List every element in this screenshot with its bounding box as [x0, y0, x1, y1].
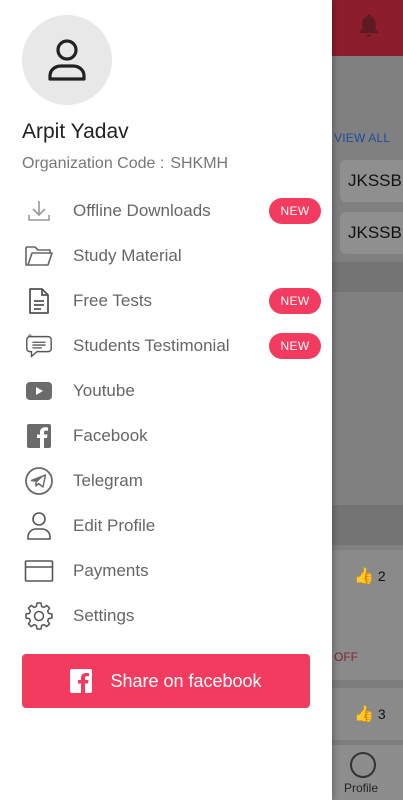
menu-item-label: Facebook [73, 425, 148, 445]
thumbs-up-icon: 👍 [354, 706, 374, 723]
like-count[interactable]: 👍 2 [354, 566, 386, 586]
menu-item-label: Study Material [73, 245, 182, 265]
bell-icon[interactable] [357, 12, 381, 38]
new-badge: NEW [269, 197, 321, 224]
facebook-icon [70, 669, 93, 693]
drawer-menu: Offline Downloads NEW Study Material Fre… [0, 188, 332, 638]
like-count-value: 2 [377, 568, 386, 584]
bottom-nav-profile-label[interactable]: Profile [344, 781, 378, 795]
view-all-link[interactable]: VIEW ALL [334, 131, 390, 145]
category-chip[interactable]: JKSSB [340, 160, 403, 202]
navigation-drawer: Arpit Yadav Organization Code : SHKMH Off… [0, 0, 332, 800]
menu-item-label: Payments [73, 560, 149, 580]
menu-item-telegram[interactable]: Telegram [0, 458, 332, 503]
share-on-facebook-button[interactable]: Share on facebook [22, 654, 310, 708]
menu-item-label: Edit Profile [73, 515, 156, 535]
org-code-label: Organization Code : [22, 155, 165, 172]
menu-item-study-material[interactable]: Study Material [0, 233, 332, 278]
org-code-value: SHKMH [170, 155, 229, 172]
divider-strip [332, 262, 403, 292]
category-chip[interactable]: JKSSB / [340, 212, 403, 254]
menu-item-label: Free Tests [73, 290, 153, 310]
like-count-value: 3 [377, 706, 386, 722]
menu-item-offline-downloads[interactable]: Offline Downloads NEW [0, 188, 332, 233]
avatar[interactable] [22, 15, 112, 105]
download-icon [24, 196, 54, 226]
menu-item-youtube[interactable]: Youtube [0, 368, 332, 413]
menu-item-edit-profile[interactable]: Edit Profile [0, 503, 332, 548]
testimonial-icon: “ [24, 331, 54, 361]
menu-item-free-tests[interactable]: Free Tests NEW [0, 278, 332, 323]
like-count[interactable]: 👍 3 [354, 704, 386, 724]
organization-code: Organization Code : SHKMH [22, 155, 228, 173]
menu-item-facebook[interactable]: Facebook [0, 413, 332, 458]
profile-icon[interactable] [350, 752, 376, 778]
menu-item-payments[interactable]: Payments [0, 548, 332, 593]
divider-strip [332, 505, 403, 545]
share-button-label: Share on facebook [110, 670, 262, 691]
youtube-icon [24, 376, 54, 406]
discount-label: OFF [334, 650, 358, 664]
telegram-icon [24, 466, 54, 496]
menu-item-settings[interactable]: Settings [0, 593, 332, 638]
card-icon [24, 556, 54, 586]
facebook-icon [24, 421, 54, 451]
new-badge: NEW [269, 332, 321, 359]
new-badge: NEW [269, 287, 321, 314]
thumbs-up-icon: 👍 [354, 568, 374, 585]
gear-icon [24, 601, 54, 631]
person-icon [24, 511, 54, 541]
svg-text:“: “ [28, 332, 32, 342]
menu-item-students-testimonial[interactable]: “ Students Testimonial NEW [0, 323, 332, 368]
menu-item-label: Youtube [73, 380, 135, 400]
person-icon [48, 39, 86, 81]
menu-item-label: Settings [73, 605, 135, 625]
menu-item-label: Students Testimonial [73, 335, 230, 355]
document-icon [24, 286, 54, 316]
menu-item-label: Offline Downloads [73, 200, 211, 220]
menu-item-label: Telegram [73, 470, 143, 490]
user-name: Arpit Yadav [22, 120, 129, 143]
folder-icon [24, 241, 54, 271]
